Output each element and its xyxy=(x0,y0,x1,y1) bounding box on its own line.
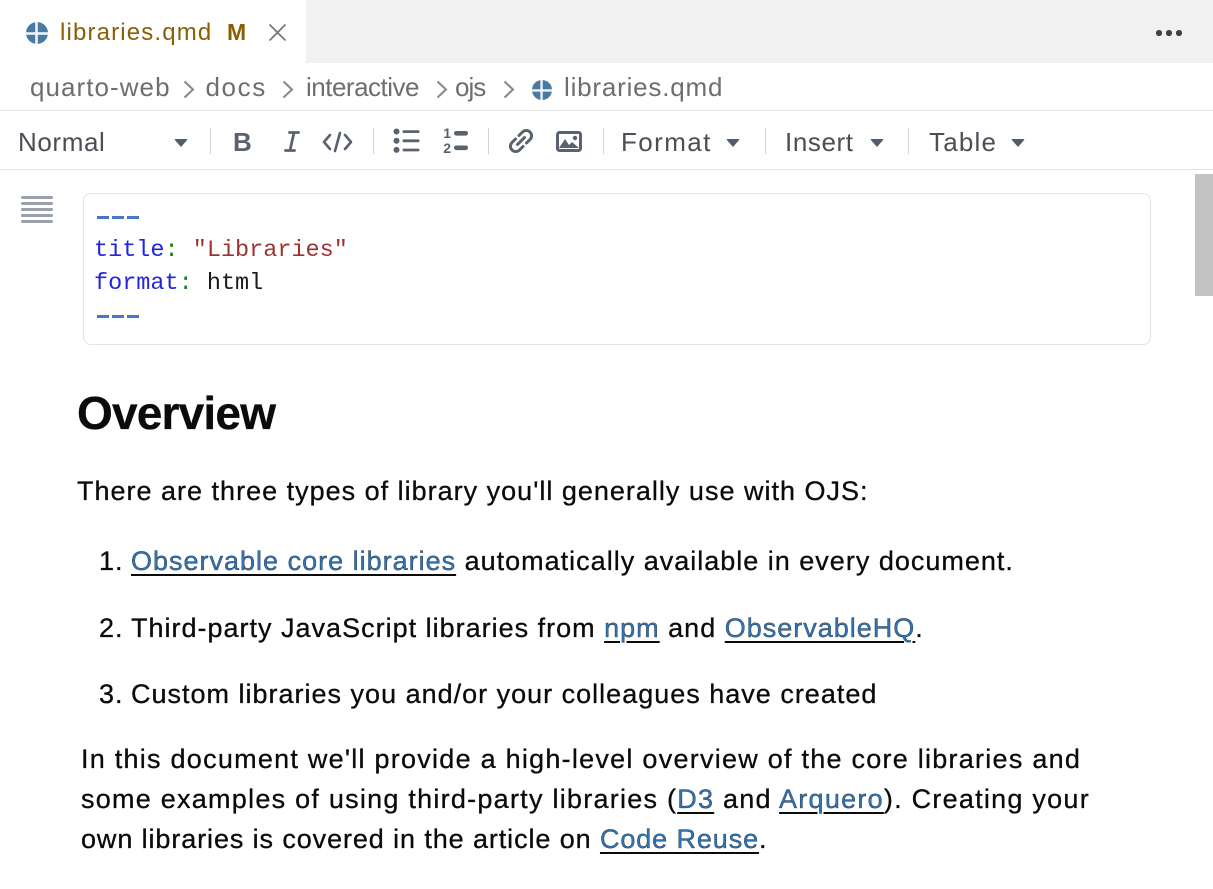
svg-text:2: 2 xyxy=(443,140,451,154)
svg-text:1: 1 xyxy=(443,127,451,141)
